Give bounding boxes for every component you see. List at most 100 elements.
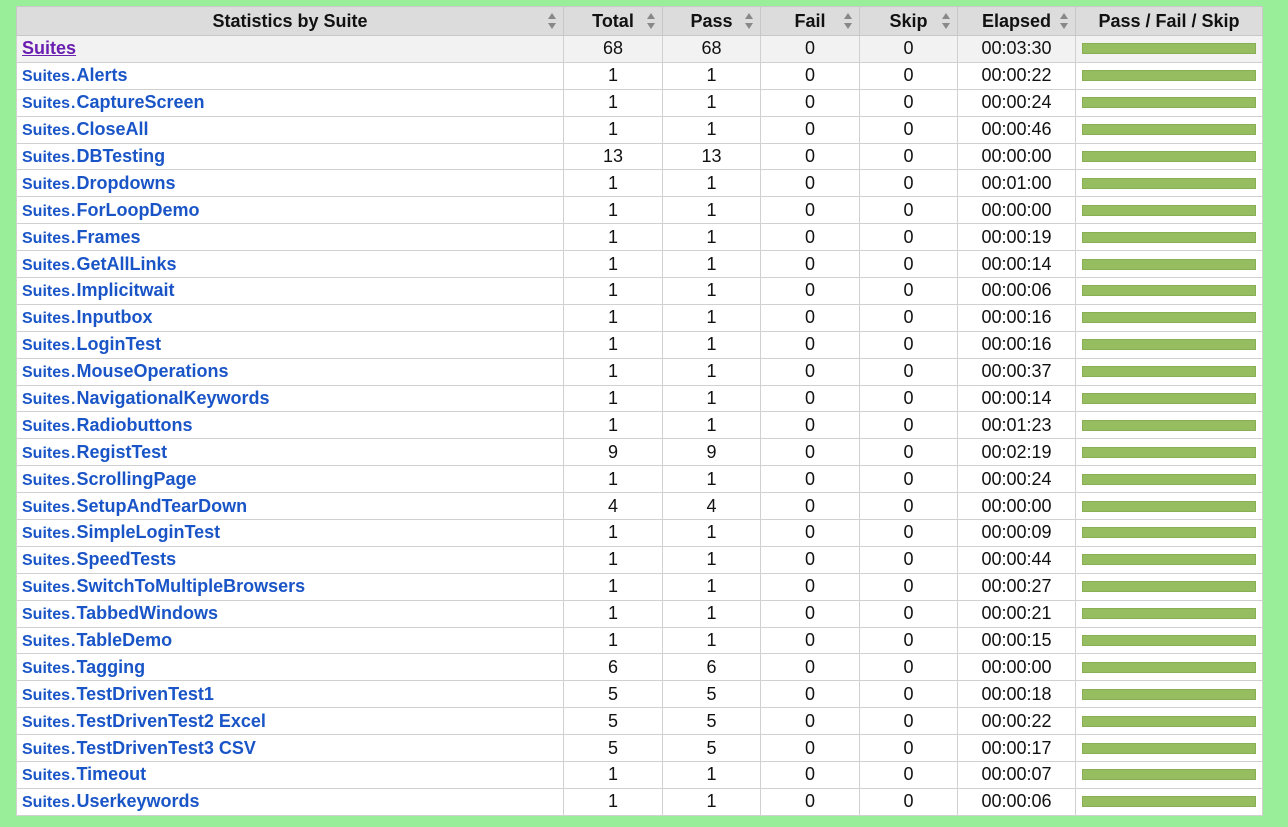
suite-name-cell[interactable]: Suites.ForLoopDemo (16, 196, 564, 225)
suite-parent-link[interactable]: Suites (22, 122, 70, 139)
suite-link[interactable]: SimpleLoginTest (76, 522, 220, 542)
suite-parent-link[interactable]: Suites (22, 633, 70, 650)
suite-parent-link[interactable]: Suites (22, 741, 70, 758)
suite-link[interactable]: TestDrivenTest1 (76, 684, 213, 704)
suite-link[interactable]: TabbedWindows (76, 603, 218, 623)
sort-up-down-icon[interactable] (744, 12, 754, 30)
suite-parent-link[interactable]: Suites (22, 525, 70, 542)
suite-link[interactable]: Userkeywords (76, 791, 199, 811)
suite-parent-link[interactable]: Suites (22, 149, 70, 166)
suite-name-cell[interactable]: Suites.SimpleLoginTest (16, 519, 564, 547)
suite-parent-link[interactable]: Suites (22, 230, 70, 247)
column-header-fail[interactable]: Fail (760, 6, 860, 36)
suite-parent-link[interactable]: Suites (22, 660, 70, 677)
sort-up-down-icon[interactable] (941, 12, 951, 30)
suite-link[interactable]: CaptureScreen (76, 92, 204, 112)
suite-name-cell[interactable]: Suites.TestDrivenTest3 CSV (16, 734, 564, 763)
suite-parent-link[interactable]: Suites (22, 176, 70, 193)
pass-bar-segment (1083, 689, 1255, 699)
suite-name-cell[interactable]: Suites.TestDrivenTest1 (16, 680, 564, 709)
suite-name-cell[interactable]: Suites.MouseOperations (16, 357, 564, 386)
column-header-name[interactable]: Statistics by Suite (16, 6, 564, 36)
column-header-pass[interactable]: Pass (662, 6, 761, 36)
suite-parent-link[interactable]: Suites (22, 794, 70, 811)
suite-name-cell[interactable]: Suites.CaptureScreen (16, 88, 564, 117)
suite-parent-link[interactable]: Suites (22, 203, 70, 220)
suite-name-cell[interactable]: Suites.SpeedTests (16, 545, 564, 574)
suite-parent-link[interactable]: Suites (22, 337, 70, 354)
pass-bar-segment (1083, 152, 1255, 161)
suite-link[interactable]: Implicitwait (76, 280, 174, 300)
suite-link[interactable]: Frames (76, 227, 140, 247)
suite-parent-link[interactable]: Suites (22, 499, 70, 516)
suite-parent-link[interactable]: Suites (22, 364, 70, 381)
suite-parent-link[interactable]: Suites (22, 714, 70, 731)
suite-name-cell[interactable]: Suites.NavigationalKeywords (16, 384, 564, 413)
column-header-skip[interactable]: Skip (859, 6, 958, 36)
suite-parent-link[interactable]: Suites (22, 552, 70, 569)
suite-parent-link[interactable]: Suites (22, 472, 70, 489)
suite-name-cell[interactable]: Suites.RegistTest (16, 438, 564, 467)
suite-parent-link[interactable]: Suites (22, 283, 70, 300)
suite-link[interactable]: ScrollingPage (76, 469, 196, 489)
suite-link[interactable]: SwitchToMultipleBrowsers (76, 576, 305, 596)
suite-parent-link[interactable]: Suites (22, 579, 70, 596)
suite-name-cell[interactable]: Suites.CloseAll (16, 115, 564, 144)
suite-parent-link[interactable]: Suites (22, 418, 70, 435)
sort-up-down-icon[interactable] (547, 12, 557, 30)
suite-link[interactable]: CloseAll (76, 119, 148, 139)
suite-link[interactable]: Tagging (76, 657, 145, 677)
suite-name-cell[interactable]: Suites.Timeout (16, 761, 564, 789)
suite-name-cell[interactable]: Suites.Implicitwait (16, 277, 564, 305)
column-header-total[interactable]: Total (563, 6, 663, 36)
suite-name-cell[interactable]: Suites.SwitchToMultipleBrowsers (16, 572, 564, 601)
suite-link[interactable]: Dropdowns (76, 173, 175, 193)
suite-link[interactable]: RegistTest (76, 442, 167, 462)
suite-name-cell[interactable]: Suites.TabbedWindows (16, 599, 564, 628)
suite-link[interactable]: TableDemo (76, 630, 172, 650)
suite-link[interactable]: TestDrivenTest2 Excel (76, 711, 265, 731)
suite-parent-link[interactable]: Suites (22, 445, 70, 462)
suite-name-cell[interactable]: Suites.GetAllLinks (16, 250, 564, 279)
suite-link[interactable]: NavigationalKeywords (76, 388, 269, 408)
suite-link[interactable]: DBTesting (76, 146, 165, 166)
suite-name-cell[interactable]: Suites.Frames (16, 223, 564, 252)
suite-parent-link[interactable]: Suites (22, 687, 70, 704)
suite-link[interactable]: Radiobuttons (76, 415, 192, 435)
suite-name-cell[interactable]: Suites.TestDrivenTest2 Excel (16, 707, 564, 736)
suite-name-cell[interactable]: Suites.Inputbox (16, 303, 564, 332)
suite-parent-link[interactable]: Suites (22, 767, 70, 784)
suite-name-cell[interactable]: Suites.Dropdowns (16, 169, 564, 198)
suite-name-cell[interactable]: Suites.ScrollingPage (16, 465, 564, 494)
suite-parent-link[interactable]: Suites (22, 310, 70, 327)
suite-parent-link[interactable]: Suites (22, 95, 70, 112)
suite-link[interactable]: SetupAndTearDown (76, 496, 247, 516)
suite-link[interactable]: GetAllLinks (76, 254, 176, 274)
suite-name-cell[interactable]: Suites.Userkeywords (16, 787, 564, 816)
suite-name-cell[interactable]: Suites.TableDemo (16, 626, 564, 655)
suite-parent-link[interactable]: Suites (22, 606, 70, 623)
suite-link[interactable]: ForLoopDemo (76, 200, 199, 220)
column-header-elapsed[interactable]: Elapsed (957, 6, 1076, 36)
suite-path-separator: . (71, 633, 76, 651)
suite-link[interactable]: Timeout (76, 764, 146, 784)
suite-name-cell[interactable]: Suites.Radiobuttons (16, 411, 564, 440)
suite-name-cell[interactable]: Suites.Alerts (16, 61, 564, 90)
suite-name-cell[interactable]: Suites.LoginTest (16, 330, 564, 359)
suite-parent-link[interactable]: Suites (22, 391, 70, 408)
sort-up-down-icon[interactable] (646, 12, 656, 30)
suite-name-cell[interactable]: Suites.DBTesting (16, 142, 564, 171)
suite-name-cell[interactable]: Suites.Tagging (16, 653, 564, 682)
sort-up-down-icon[interactable] (1059, 12, 1069, 30)
suite-link-root[interactable]: Suites (22, 38, 76, 58)
sort-up-down-icon[interactable] (843, 12, 853, 30)
suite-link[interactable]: MouseOperations (76, 361, 228, 381)
suite-link[interactable]: Inputbox (76, 307, 152, 327)
suite-link[interactable]: LoginTest (76, 334, 161, 354)
suite-link[interactable]: SpeedTests (76, 549, 176, 569)
suite-name-cell[interactable]: Suites.SetupAndTearDown (16, 492, 564, 521)
suite-link[interactable]: TestDrivenTest3 CSV (76, 738, 255, 758)
suite-parent-link[interactable]: Suites (22, 257, 70, 274)
suite-parent-link[interactable]: Suites (22, 68, 70, 85)
suite-link[interactable]: Alerts (76, 65, 127, 85)
